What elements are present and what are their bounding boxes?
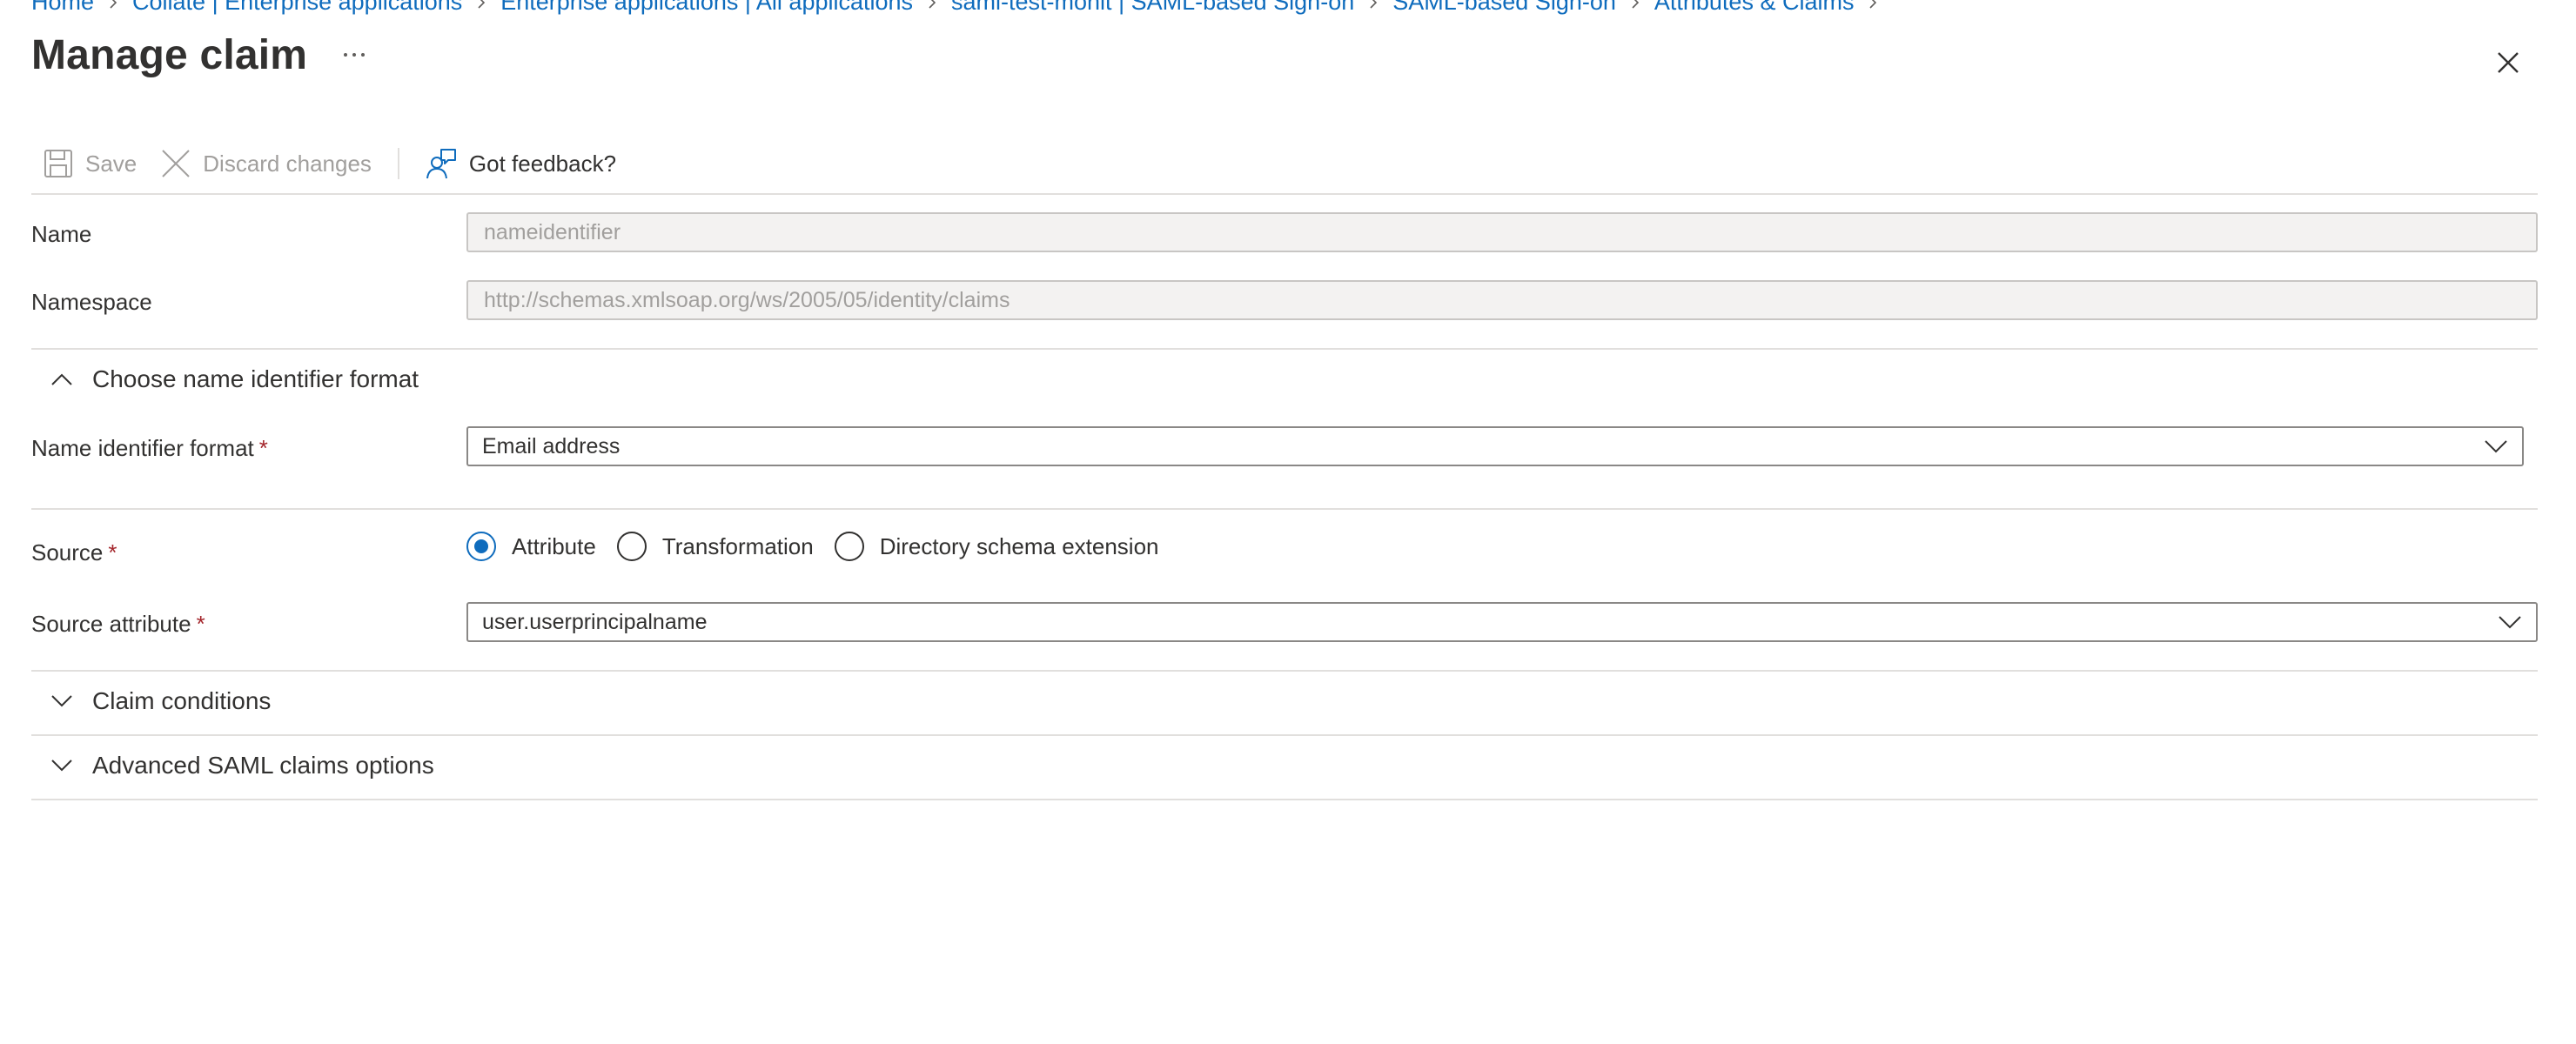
feedback-label: Got feedback? xyxy=(468,150,617,177)
toolbar-divider xyxy=(397,148,399,179)
section-divider xyxy=(31,508,2538,510)
namespace-field[interactable] xyxy=(466,280,2538,320)
required-asterisk: * xyxy=(258,435,268,461)
breadcrumb-home[interactable]: Home xyxy=(31,0,94,16)
source-option-transformation-label: Transformation xyxy=(661,532,814,559)
chevron-up-icon xyxy=(31,372,92,386)
claim-conditions-section-toggle[interactable]: Claim conditions xyxy=(31,677,271,726)
source-option-attribute-label: Attribute xyxy=(512,532,596,559)
breadcrumb-saml-test-monit[interactable]: saml-test-monit | SAML-based Sign-on xyxy=(951,0,1354,16)
close-button[interactable] xyxy=(2489,44,2527,82)
source-option-transformation[interactable]: Transformation xyxy=(616,532,814,561)
name-identifier-format-section-toggle[interactable]: Choose name identifier format xyxy=(31,355,419,404)
name-label: Name xyxy=(31,221,92,247)
chevron-right-icon xyxy=(1354,0,1392,16)
more-options-button[interactable] xyxy=(341,42,367,68)
name-identifier-format-label: Name identifier format * xyxy=(31,435,268,462)
breadcrumb-saml-sign-on[interactable]: SAML-based Sign-on xyxy=(1392,0,1616,16)
source-option-attribute[interactable]: Attribute xyxy=(466,532,596,561)
chevron-down-icon xyxy=(31,759,92,773)
radio-checked-icon[interactable] xyxy=(466,532,496,561)
chevron-down-icon xyxy=(2484,439,2508,453)
section-divider xyxy=(31,670,2538,672)
chevron-down-icon xyxy=(2498,615,2522,629)
chevron-right-icon xyxy=(1854,0,1892,16)
discard-label: Discard changes xyxy=(203,150,372,177)
chevron-right-icon xyxy=(462,0,500,16)
radio-unchecked-icon[interactable] xyxy=(834,532,864,561)
source-radio-group: Attribute Transformation Directory schem… xyxy=(466,525,1180,567)
radio-unchecked-icon[interactable] xyxy=(616,532,647,561)
save-label: Save xyxy=(85,150,138,177)
feedback-person-icon xyxy=(426,148,457,179)
breadcrumb-attributes-claims[interactable]: Attributes & Claims xyxy=(1654,0,1855,16)
claim-conditions-label: Claim conditions xyxy=(92,687,272,714)
source-label: Source * xyxy=(31,539,117,566)
chevron-down-icon xyxy=(31,694,92,708)
command-bar: Save Discard changes Got feedback? xyxy=(31,139,2538,188)
source-attribute-label-text: Source attribute xyxy=(31,611,191,637)
ellipsis-icon xyxy=(344,53,365,57)
required-asterisk: * xyxy=(196,611,205,637)
source-label-text: Source xyxy=(31,539,104,566)
chevron-right-icon xyxy=(1616,0,1654,16)
manage-claim-page: Home Collate | Enterprise applications E… xyxy=(0,0,2576,1044)
section-divider xyxy=(31,348,2538,350)
source-attribute-dropdown[interactable]: user.userprincipalname xyxy=(466,602,2538,642)
namespace-input[interactable] xyxy=(482,286,2522,314)
section-divider xyxy=(31,799,2538,800)
source-attribute-label: Source attribute * xyxy=(31,611,205,638)
chevron-right-icon xyxy=(913,0,951,16)
breadcrumb-all-applications[interactable]: Enterprise applications | All applicatio… xyxy=(500,0,913,16)
advanced-saml-claims-label: Advanced SAML claims options xyxy=(92,752,434,779)
advanced-saml-claims-section-toggle[interactable]: Advanced SAML claims options xyxy=(31,741,434,790)
chevron-right-icon xyxy=(94,0,132,16)
breadcrumb-collate-enterprise-apps[interactable]: Collate | Enterprise applications xyxy=(132,0,462,16)
save-icon xyxy=(44,149,73,178)
breadcrumb: Home Collate | Enterprise applications E… xyxy=(31,0,1892,17)
name-input[interactable] xyxy=(482,218,2522,246)
source-option-directory-schema-extension-label: Directory schema extension xyxy=(879,532,1159,559)
discard-icon xyxy=(161,149,191,178)
toolbar-divider-line xyxy=(31,193,2538,195)
name-identifier-format-label-text: Name identifier format xyxy=(31,435,254,461)
close-icon xyxy=(2498,52,2519,73)
required-asterisk: * xyxy=(108,539,117,566)
source-option-directory-schema-extension[interactable]: Directory schema extension xyxy=(834,532,1159,561)
name-field[interactable] xyxy=(466,212,2538,252)
source-attribute-value: user.userprincipalname xyxy=(482,609,708,634)
namespace-label: Namespace xyxy=(31,289,152,315)
name-identifier-format-section-label: Choose name identifier format xyxy=(92,365,419,392)
name-identifier-format-value: Email address xyxy=(482,433,621,458)
page-title: Manage claim xyxy=(31,32,308,78)
name-identifier-format-dropdown[interactable]: Email address xyxy=(466,426,2524,466)
section-divider xyxy=(31,734,2538,736)
save-button[interactable]: Save xyxy=(31,139,149,188)
feedback-button[interactable]: Got feedback? xyxy=(413,139,628,188)
discard-changes-button[interactable]: Discard changes xyxy=(149,139,384,188)
